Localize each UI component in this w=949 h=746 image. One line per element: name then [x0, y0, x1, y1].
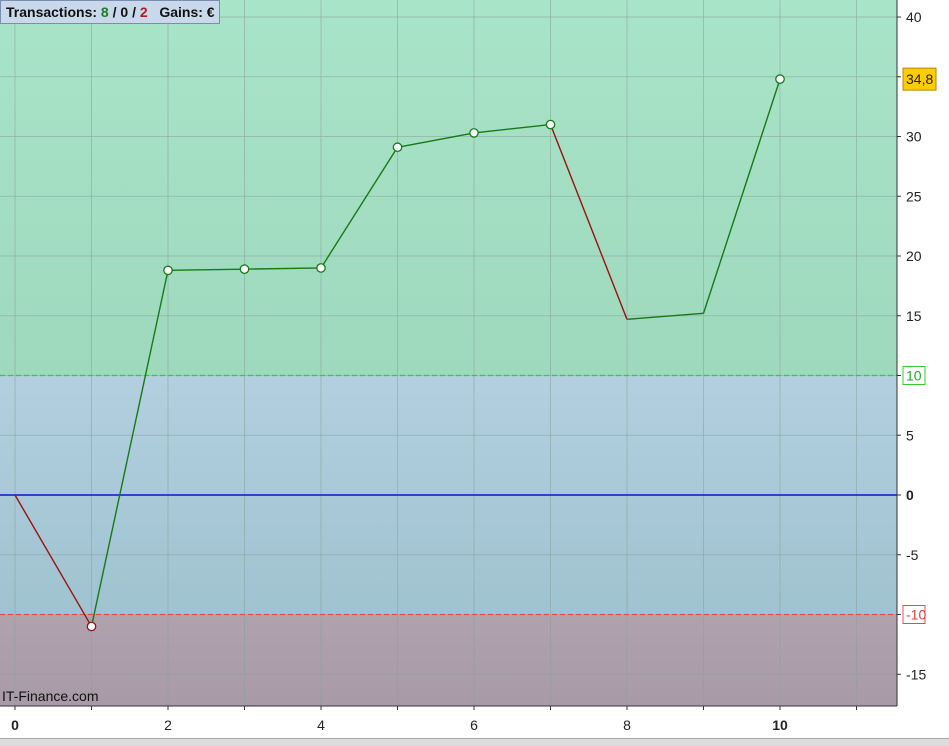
y-tick-label: 40 [906, 9, 922, 25]
data-point [239, 264, 250, 274]
gain-zone [0, 0, 897, 376]
data-point [469, 128, 479, 138]
y-tick-label: 15 [906, 308, 922, 324]
separator: / [112, 4, 117, 20]
data-point [392, 142, 403, 153]
transactions-label: Transactions: [6, 4, 98, 20]
data-point [163, 265, 173, 276]
y-tick-label: 20 [906, 248, 922, 264]
transactions-summary: Transactions: 8 / 0 / 2 Gains: € [0, 0, 220, 24]
upper-threshold-label: 10 [906, 368, 922, 384]
x-tick-label: 10 [772, 717, 788, 733]
x-tick-label: 6 [470, 717, 478, 733]
loss-zone [0, 614, 897, 706]
x-tick-label: 8 [623, 717, 631, 733]
separator: / [132, 4, 136, 20]
neutral-count: 0 [120, 4, 129, 20]
data-point [86, 621, 97, 632]
lower-threshold-label: -10 [906, 607, 926, 623]
y-tick-label: 0 [906, 487, 914, 503]
data-point [775, 74, 785, 84]
x-tick-label: 2 [164, 717, 172, 733]
x-axis-panel [0, 707, 898, 738]
y-tick-label: 25 [906, 188, 922, 204]
y-tick-label: -5 [906, 547, 919, 563]
x-tick-label: 4 [317, 717, 325, 733]
chart: 40353025201550-5-1510-10024681034,8 [0, 0, 949, 738]
data-point [316, 263, 326, 273]
losing-count: 2 [139, 4, 148, 20]
last-value-label: 34,8 [906, 71, 933, 87]
y-tick-label: -15 [906, 666, 926, 682]
data-point [545, 119, 556, 130]
x-tick-label: 0 [11, 717, 19, 733]
y-tick-label: 30 [906, 129, 922, 145]
y-tick-label: 5 [906, 427, 914, 443]
winning-count: 8 [100, 4, 109, 20]
watermark: IT-Finance.com [2, 688, 99, 704]
gains-label: Gains: € [159, 4, 215, 20]
